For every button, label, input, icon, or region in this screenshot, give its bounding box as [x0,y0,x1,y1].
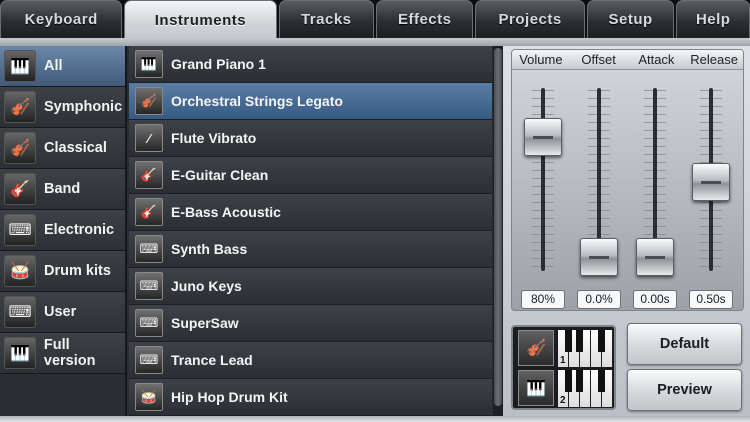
volume-track [541,88,545,271]
instrument-row[interactable]: ⌨ Trance Lead [129,342,492,379]
attack-value: 0.00s [633,290,677,309]
release-header: Release [690,52,738,67]
instrument-list[interactable]: 🎹 Grand Piano 1 🎻 Orchestral Strings Leg… [129,46,492,416]
instrument-row[interactable]: ⌨ Synth Bass [129,231,492,268]
instrument-row[interactable]: 🎸 E-Bass Acoustic [129,194,492,231]
instrument-row[interactable]: ⁄ Flute Vibrato [129,120,492,157]
scrollbar-thumb[interactable] [494,48,502,406]
instrument-label: Hip Hop Drum Kit [171,389,288,405]
category-label: Symphonic [44,99,123,115]
slot-number: 1 [560,355,566,366]
mixer-header: Volume Offset Attack Release [512,50,743,70]
keyboard-slot-2[interactable]: 2 [558,370,613,407]
category-sidebar: 🎹 All 🎻 Symphonic 🎻 Classical 🎸 Band ⌨ E… [0,46,127,416]
envelope-mixer: Volume Offset Attack Release 80% 0.0% 0.… [511,49,744,311]
offset-slider[interactable] [580,238,618,276]
tab-projects[interactable]: Projects [475,0,585,38]
category-label: Full version [43,337,96,369]
synth-keyboard-icon: ⌨ [135,346,163,374]
synth-keyboard-icon: ⌨ [135,235,163,263]
category-item-electronic[interactable]: ⌨ Electronic [0,210,125,251]
synth-keyboard-icon: ⌨ [135,309,163,337]
instrument-row-selected[interactable]: 🎻 Orchestral Strings Legato [129,83,492,120]
offset-header: Offset [581,52,616,67]
category-item-symphonic[interactable]: 🎻 Symphonic [0,87,125,128]
instrument-row[interactable]: 🎹 Grand Piano 1 [129,46,492,83]
attack-header: Attack [638,52,675,67]
volume-header: Volume [519,52,563,67]
sound-settings-panel: Volume Offset Attack Release 80% 0.0% 0.… [503,46,750,416]
category-label: Electronic [44,222,115,238]
top-tab-bar: Keyboard Instruments Tracks Effects Proj… [0,0,750,40]
list-scrollbar[interactable] [493,46,503,416]
cello-icon: 🎻 [4,132,36,164]
bottom-strip [0,416,750,422]
tab-keyboard[interactable]: Keyboard [0,0,123,38]
default-button[interactable]: Default [627,323,742,365]
category-item-classical[interactable]: 🎻 Classical [0,128,125,169]
instrument-label: Flute Vibrato [171,130,257,146]
category-item-full-version[interactable]: 🎹 Full version [0,333,125,374]
instrument-label: Juno Keys [171,278,242,294]
instrument-label: Orchestral Strings Legato [171,93,343,109]
category-label: Band [44,181,81,197]
category-item-drum-kits[interactable]: 🥁 Drum kits [0,251,125,292]
tab-help[interactable]: Help [676,0,750,38]
strings-icon: 🎻 [135,87,163,115]
user-preset-icon: ⌨ [4,296,36,328]
volume-slider[interactable] [524,118,562,156]
hiphop-kit-icon: 🥁 [135,383,163,411]
category-label: Classical [44,140,107,156]
instrument-row[interactable]: ⌨ Juno Keys [129,268,492,305]
tab-underline [0,38,750,46]
category-item-band[interactable]: 🎸 Band [0,169,125,210]
grand-piano-icon: 🎹 [4,50,36,82]
tab-effects[interactable]: Effects [375,0,474,38]
full-version-icon: 🎹 [4,337,36,369]
category-item-all[interactable]: 🎹 All [0,46,125,87]
violin-icon: 🎻 [4,91,36,123]
category-label: All [44,58,63,74]
volume-value: 80% [521,290,565,309]
tab-tracks[interactable]: Tracks [278,0,374,38]
grand-piano-icon[interactable]: 🎹 [518,370,554,406]
attack-slider[interactable] [636,238,674,276]
instrument-label: Synth Bass [171,241,248,257]
tab-instruments[interactable]: Instruments [124,0,277,40]
keyboard-assignment: 🎻 1 🎹 2 [511,325,616,410]
category-label: Drum kits [44,263,111,279]
category-label: User [44,304,77,320]
bass-guitar-icon: 🎸 [135,198,163,226]
instrument-row[interactable]: ⌨ SuperSaw [129,305,492,342]
keyboard-slot-1[interactable]: 1 [558,330,613,367]
strings-icon[interactable]: 🎻 [518,330,554,366]
instrument-row[interactable]: 🎸 E-Guitar Clean [129,157,492,194]
synth-keyboard-icon: ⌨ [135,272,163,300]
release-slider[interactable] [692,163,730,201]
category-item-user[interactable]: ⌨ User [0,292,125,333]
instrument-label: E-Guitar Clean [171,167,269,183]
slot-number: 2 [560,395,566,406]
grand-piano-icon: 🎹 [135,50,163,78]
instrument-label: SuperSaw [171,315,239,331]
release-value: 0.50s [689,290,733,309]
flute-icon: ⁄ [135,124,163,152]
instrument-row[interactable]: 🥁 Hip Hop Drum Kit [129,379,492,416]
synthesizer-icon: ⌨ [4,214,36,246]
electric-guitar-icon: 🎸 [135,161,163,189]
instrument-label: Grand Piano 1 [171,56,266,72]
offset-value: 0.0% [577,290,621,309]
preview-button[interactable]: Preview [627,369,742,411]
drum-kit-icon: 🥁 [4,255,36,287]
instrument-label: Trance Lead [171,352,253,368]
instrument-label: E-Bass Acoustic [171,204,281,220]
electric-guitar-icon: 🎸 [4,173,36,205]
tab-setup[interactable]: Setup [586,0,675,38]
